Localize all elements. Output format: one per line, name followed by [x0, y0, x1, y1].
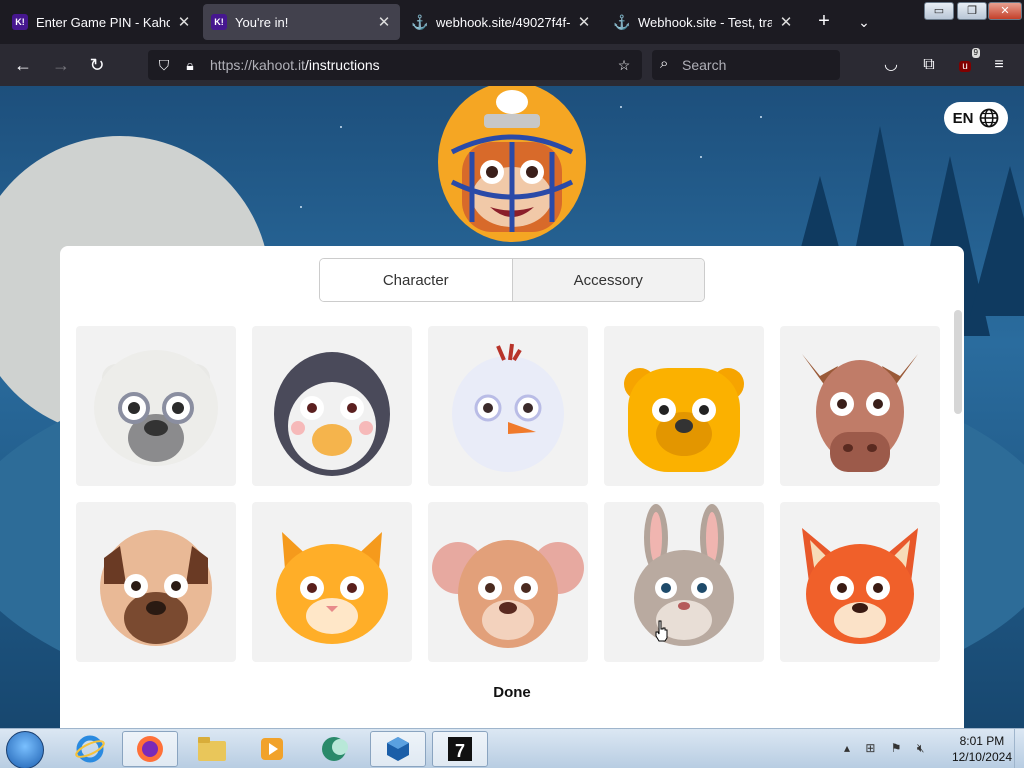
url-text[interactable]: https://kahoot.it/instructions	[210, 57, 380, 73]
taskbar-file-explorer-icon[interactable]	[184, 731, 240, 767]
search-icon: ⌕	[660, 55, 669, 72]
kahoot-page: EN Character Accessory Done	[0, 86, 1024, 728]
pine-tree-decoration	[970, 166, 1024, 316]
tab-close-icon[interactable]: ✕	[576, 13, 592, 31]
url-host: https://kahoot.it	[210, 57, 305, 73]
window-maximize-button[interactable]: ❐	[957, 2, 987, 20]
avatar-moose[interactable]	[780, 326, 940, 486]
tab-close-icon[interactable]: ✕	[376, 13, 392, 31]
taskbar-media-player-icon[interactable]	[244, 731, 300, 767]
system-tray-icons[interactable]: ▴ ⊞ ⚑ 🔇︎	[844, 741, 930, 756]
tab-webhook-site[interactable]: ⚓ webhook.site/49027f4f-bd… ✕	[404, 4, 600, 40]
language-code: EN	[952, 109, 974, 127]
tracking-shield-icon[interactable]: ⛉	[154, 55, 174, 75]
segmented-control: Character Accessory	[319, 258, 705, 302]
window-minimize-button[interactable]: ▭	[924, 2, 954, 20]
taskbar-internet-explorer-icon[interactable]	[62, 731, 118, 767]
webhook-favicon-icon: ⚓	[411, 13, 429, 30]
avatar-penguin[interactable]	[252, 326, 412, 486]
avatar-snowman[interactable]	[428, 326, 588, 486]
hand-cursor-icon	[655, 620, 668, 642]
navigation-toolbar: ← → ↻ ⛉ 🔒︎ https://kahoot.it/instruction…	[0, 44, 1024, 86]
avatar-rabbit[interactable]	[604, 502, 764, 662]
pocket-icon[interactable]: ◡	[878, 52, 904, 78]
lock-icon[interactable]: 🔒︎	[180, 55, 200, 75]
tab-title: webhook.site/49027f4f-bd…	[436, 14, 570, 30]
webhook-favicon-icon: ⚓	[613, 13, 631, 30]
taskbar-app-icon[interactable]	[308, 731, 364, 767]
start-orb-windows-icon[interactable]	[6, 731, 44, 768]
app-menu-hamburger-icon[interactable]: ≡	[986, 52, 1012, 78]
new-tab-plus-icon[interactable]: +	[812, 10, 836, 34]
avatar-mouse[interactable]	[428, 502, 588, 662]
search-placeholder: Search	[682, 57, 727, 73]
kahoot-favicon-icon: K!	[211, 14, 227, 30]
language-selector[interactable]: EN	[944, 102, 1008, 134]
url-path: /instructions	[304, 57, 380, 73]
avatar-fox[interactable]	[780, 502, 940, 662]
extensions-puzzle-icon[interactable]: ⧉	[916, 52, 942, 78]
avatar-cat[interactable]	[252, 502, 412, 662]
bookmark-star-icon[interactable]: ☆	[614, 55, 634, 75]
tab-title: Webhook.site - Test, transf	[638, 14, 772, 30]
svg-text:7: 7	[455, 741, 465, 761]
tab-youre-in[interactable]: K! You're in! ✕	[203, 4, 400, 40]
forward-arrow-icon[interactable]: →	[48, 52, 74, 78]
back-arrow-icon[interactable]: ←	[10, 52, 36, 78]
reload-icon[interactable]: ↻	[84, 52, 110, 78]
list-all-tabs-chevron-icon[interactable]: ⌄	[852, 10, 876, 34]
tab-accessory[interactable]: Accessory	[511, 259, 704, 301]
avatar-picker-modal: Character Accessory Done	[60, 246, 964, 728]
tab-close-icon[interactable]: ✕	[778, 13, 794, 31]
avatar-grid-scrollbar[interactable]	[954, 310, 962, 666]
clock-date: 12/10/2024	[951, 750, 1012, 764]
clock-time: 8:01 PM	[959, 734, 1005, 748]
avatar-polar-bear[interactable]	[76, 326, 236, 486]
avatar-grid	[76, 326, 942, 666]
window-close-button[interactable]: ✕	[988, 2, 1022, 20]
taskbar-firefox-icon[interactable]	[122, 731, 178, 767]
tab-character[interactable]: Character	[320, 259, 512, 301]
tab-strip: K! Enter Game PIN - Kahoot! ✕ K! You're …	[0, 0, 1024, 44]
tab-enter-game-pin[interactable]: K! Enter Game PIN - Kahoot! ✕	[4, 4, 200, 40]
globe-icon	[980, 108, 999, 128]
avatar-bear[interactable]	[604, 326, 764, 486]
address-bar[interactable]: ⛉ 🔒︎ https://kahoot.it/instructions ☆	[148, 50, 642, 80]
extension-badge-count: 9	[971, 48, 980, 58]
tab-close-icon[interactable]: ✕	[176, 13, 192, 31]
tab-webhook-test[interactable]: ⚓ Webhook.site - Test, transf ✕	[606, 4, 802, 40]
show-desktop-button[interactable]	[1014, 729, 1024, 768]
system-clock[interactable]: 8:01 PM 12/10/2024	[952, 733, 1012, 765]
selected-avatar-monkey-helmet	[438, 86, 586, 242]
done-button[interactable]: Done	[60, 684, 964, 701]
avatar-pug[interactable]	[76, 502, 236, 662]
scrollbar-thumb[interactable]	[954, 310, 962, 414]
tab-title: Enter Game PIN - Kahoot!	[36, 14, 170, 30]
taskbar-virtualbox-icon[interactable]	[370, 731, 426, 767]
kahoot-favicon-icon: K!	[12, 14, 28, 30]
tab-title: You're in!	[235, 14, 289, 30]
search-bar[interactable]: ⌕ Search	[652, 50, 840, 80]
taskbar-7zip-icon[interactable]: 7	[432, 731, 488, 767]
windows-taskbar: 7 ▴ ⊞ ⚑ 🔇︎ 8:01 PM 12/10/2024	[0, 728, 1024, 768]
ublock-origin-icon[interactable]: u 9	[952, 48, 980, 78]
